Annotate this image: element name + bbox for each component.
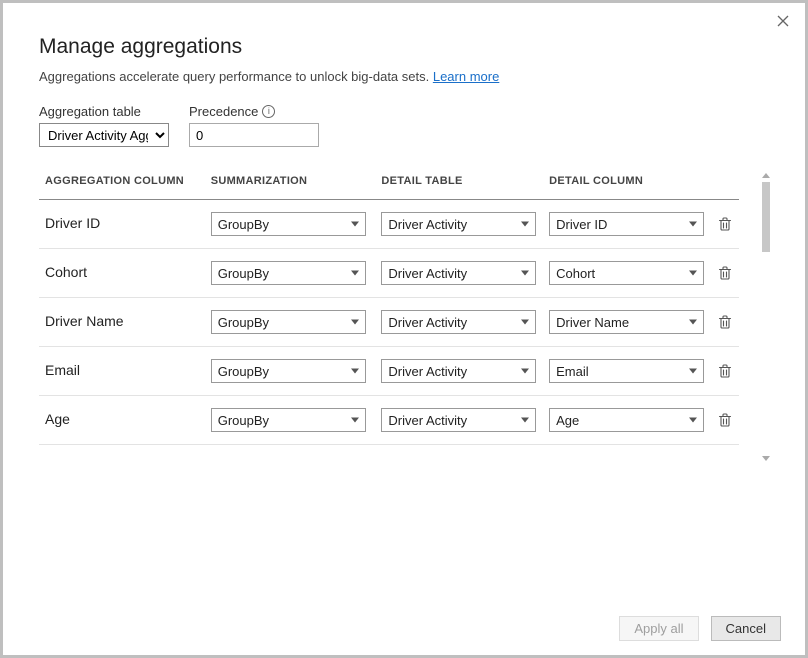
agg-column-value: Age <box>45 411 70 427</box>
detail-table-value: Driver Activity <box>388 364 467 379</box>
detail-table-value: Driver Activity <box>388 413 467 428</box>
th-detail-table: DETAIL TABLE <box>375 165 543 200</box>
summarization-value: GroupBy <box>218 413 269 428</box>
delete-row-button[interactable] <box>717 216 733 232</box>
delete-row-button[interactable] <box>717 363 733 379</box>
dialog-frame: Manage aggregations Aggregations acceler… <box>0 0 808 658</box>
detail-column-value: Cohort <box>556 266 595 281</box>
detail-column-select[interactable]: Age <box>549 408 704 432</box>
summarization-select[interactable]: GroupBy <box>211 310 366 334</box>
summarization-select[interactable]: GroupBy <box>211 212 366 236</box>
agg-table-group: Aggregation table Driver Activity Agg <box>39 104 169 147</box>
detail-table-select[interactable]: Driver Activity <box>381 408 536 432</box>
th-delete <box>711 165 739 200</box>
detail-table-value: Driver Activity <box>388 266 467 281</box>
summarization-value: GroupBy <box>218 266 269 281</box>
subtitle-text: Aggregations accelerate query performanc… <box>39 69 433 84</box>
table-header-row: AGGREGATION COLUMN SUMMARIZATION DETAIL … <box>39 165 739 200</box>
th-agg-column: AGGREGATION COLUMN <box>39 165 205 200</box>
table-row: Cohort GroupBy Driver Activity Cohort <box>39 249 739 298</box>
table-wrap: AGGREGATION COLUMN SUMMARIZATION DETAIL … <box>39 165 769 445</box>
agg-column-value: Email <box>45 362 80 378</box>
agg-column-value: Driver ID <box>45 215 100 231</box>
agg-table-label: Aggregation table <box>39 104 169 119</box>
dialog-footer: Apply all Cancel <box>619 616 781 641</box>
scroll-up-icon[interactable] <box>762 173 770 178</box>
table-row: Age GroupBy Driver Activity Age <box>39 396 739 445</box>
cancel-button[interactable]: Cancel <box>711 616 781 641</box>
detail-column-value: Driver ID <box>556 217 607 232</box>
th-summarization: SUMMARIZATION <box>205 165 376 200</box>
summarization-value: GroupBy <box>218 315 269 330</box>
precedence-input[interactable] <box>189 123 319 147</box>
table-row: Driver Name GroupBy Driver Activity Driver … <box>39 298 739 347</box>
precedence-label: Precedence i <box>189 104 319 119</box>
learn-more-link[interactable]: Learn more <box>433 69 499 84</box>
summarization-value: GroupBy <box>218 364 269 379</box>
detail-column-select[interactable]: Cohort <box>549 261 704 285</box>
table-row: Driver ID GroupBy Driver Activity Driver ID <box>39 200 739 249</box>
scroll-down-icon[interactable] <box>762 456 770 461</box>
detail-table-select[interactable]: Driver Activity <box>381 310 536 334</box>
detail-column-select[interactable]: Email <box>549 359 704 383</box>
delete-row-button[interactable] <box>717 265 733 281</box>
precedence-label-text: Precedence <box>189 104 258 119</box>
detail-table-select[interactable]: Driver Activity <box>381 212 536 236</box>
table-row: Email GroupBy Driver Activity Email <box>39 347 739 396</box>
scrollbar[interactable] <box>761 173 771 461</box>
detail-column-value: Age <box>556 413 579 428</box>
agg-column-value: Cohort <box>45 264 87 280</box>
info-icon[interactable]: i <box>262 105 275 118</box>
summarization-select[interactable]: GroupBy <box>211 359 366 383</box>
aggregation-table: AGGREGATION COLUMN SUMMARIZATION DETAIL … <box>39 165 739 445</box>
agg-table-select[interactable]: Driver Activity Agg <box>39 123 169 147</box>
detail-table-value: Driver Activity <box>388 217 467 232</box>
dialog-subtitle: Aggregations accelerate query performanc… <box>39 69 769 84</box>
apply-all-button[interactable]: Apply all <box>619 616 698 641</box>
summarization-select[interactable]: GroupBy <box>211 408 366 432</box>
detail-column-select[interactable]: Driver Name <box>549 310 704 334</box>
scroll-thumb[interactable] <box>762 182 770 252</box>
detail-table-select[interactable]: Driver Activity <box>381 261 536 285</box>
delete-row-button[interactable] <box>717 314 733 330</box>
close-button[interactable] <box>773 11 793 31</box>
controls-row: Aggregation table Driver Activity Agg Pr… <box>39 104 769 147</box>
detail-table-select[interactable]: Driver Activity <box>381 359 536 383</box>
detail-column-value: Driver Name <box>556 315 629 330</box>
summarization-value: GroupBy <box>218 217 269 232</box>
detail-column-value: Email <box>556 364 589 379</box>
delete-row-button[interactable] <box>717 412 733 428</box>
dialog-title: Manage aggregations <box>39 35 769 59</box>
th-detail-column: DETAIL COLUMN <box>543 165 711 200</box>
summarization-select[interactable]: GroupBy <box>211 261 366 285</box>
precedence-group: Precedence i <box>189 104 319 147</box>
detail-column-select[interactable]: Driver ID <box>549 212 704 236</box>
dialog-content: Manage aggregations Aggregations acceler… <box>3 3 805 445</box>
agg-column-value: Driver Name <box>45 313 124 329</box>
detail-table-value: Driver Activity <box>388 315 467 330</box>
